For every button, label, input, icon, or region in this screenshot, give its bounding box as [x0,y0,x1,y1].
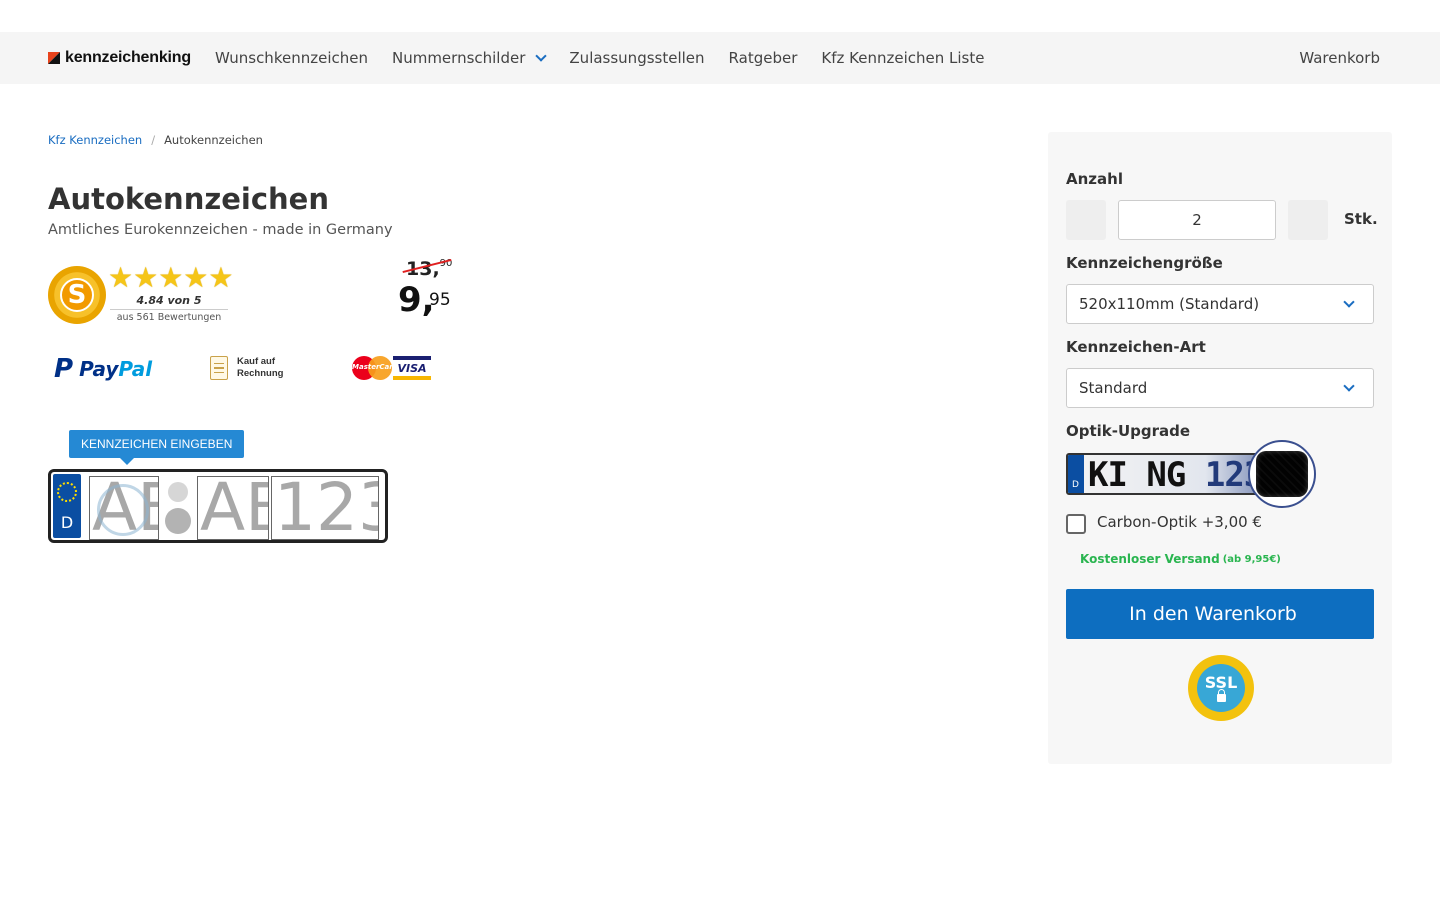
quantity-plus-button[interactable] [1288,200,1328,240]
paypal-icon: P [54,354,74,384]
carbon-pattern-icon [1256,451,1308,497]
nav-cart-link[interactable]: Warenkorb [1299,49,1380,67]
rating-count: aus 561 Bewertungen [116,312,222,323]
invoice-logo: Kauf auf Rechnung [210,356,283,380]
carbon-swatch [1248,440,1316,508]
license-plate-editor: D AB AB 123 [48,469,388,543]
inspection-sticker-icon [168,482,188,502]
size-select-value: 520x110mm (Standard) [1079,295,1260,313]
rating-stars-text: ★★★★★ [108,261,234,294]
plate-tooltip: KENNZEICHEN EINGEBEN [69,430,245,458]
chevron-down-icon [1343,380,1355,392]
upgrade-plate-text-a: KI NG [1088,455,1186,495]
mastercard-label: MasterCard [352,363,398,371]
shipping-threshold: (ab 9,95€) [1222,553,1281,565]
registration-seal-icon [165,508,191,534]
eu-band: D [53,474,81,538]
logo-icon [48,52,62,64]
page-subtitle: Amtliches Eurokennzeichen - made in Germ… [48,222,393,238]
paypal-text-b: Pal [118,357,153,381]
nav-item-kennzeichen-liste[interactable]: Kfz Kennzeichen Liste [821,49,984,67]
nav-item-zulassungsstellen[interactable]: Zulassungsstellen [569,49,704,67]
nav-item-label: Nummernschilder [391,49,526,67]
eu-band: D [1068,455,1084,493]
rating-score: 4.84 von 5 [136,294,202,307]
invoice-line2: Rechnung [237,368,284,379]
quantity-unit: Stk. [1344,210,1378,228]
quantity-input[interactable] [1118,200,1276,240]
shopvote-badge[interactable]: S [48,266,106,324]
invoice-line1: Kauf auf [237,356,275,367]
breadcrumb-current: Autokennzeichen [164,133,263,147]
free-shipping-note: Kostenloser Versand (ab 9,95€) [1072,552,1281,566]
nav-item-wunschkennzeichen[interactable]: Wunschkennzeichen [215,49,368,67]
plate-type-label: Kennzeichen-Art [1066,338,1206,356]
size-label: Kennzeichengröße [1066,254,1223,272]
ssl-badge: SSL [1188,655,1254,721]
logo-text: kennzeichenking [65,49,191,66]
tooltip-arrow [120,458,134,465]
add-to-cart-label: In den Warenkorb [1129,603,1297,625]
lock-icon [1216,688,1226,702]
top-navigation: kennzeichenking Wunschkennzeichen Nummer… [0,32,1440,84]
page-title: Autokennzeichen [48,182,329,216]
shipping-text: Kostenloser Versand [1080,552,1220,566]
breadcrumb-separator: / [151,133,156,147]
carbon-checkbox[interactable] [1066,514,1086,534]
quantity-minus-button[interactable] [1066,200,1106,240]
logo[interactable]: kennzeichenking [48,49,191,67]
paypal-logo: P Pay Pal [54,354,152,384]
carbon-checkbox-label[interactable]: Carbon-Optik +3,00 € [1097,513,1262,531]
size-select[interactable]: 520x110mm (Standard) [1066,284,1374,324]
plate-letters-input[interactable]: AB [197,476,269,540]
shopvote-letter: S [60,278,94,312]
upgrade-preview-image: D KI NG 123 [1066,453,1266,495]
country-code: D [1072,480,1079,490]
country-code: D [60,513,74,532]
plate-type-select[interactable]: Standard [1066,368,1374,408]
mastercard-icon: MasterCard [352,356,398,380]
add-to-cart-button[interactable]: In den Warenkorb [1066,589,1374,639]
visa-icon: VISA [393,356,431,380]
upgrade-label: Optik-Upgrade [1066,422,1191,440]
paypal-text-a: Pay [79,357,119,381]
nav-item-nummernschilder[interactable]: Nummernschilder [391,49,548,67]
plate-type-select-value: Standard [1079,379,1148,397]
quantity-label: Anzahl [1066,170,1123,188]
rating-stars: ★★★★★ [108,261,234,294]
plate-numbers-input[interactable]: 123 [271,476,379,540]
breadcrumb-link[interactable]: Kfz Kennzeichen [48,133,142,147]
breadcrumb: Kfz Kennzeichen / Autokennzeichen [48,133,263,147]
registration-stamp-icon [97,484,149,536]
eu-stars-icon [57,482,77,502]
document-icon [210,356,228,380]
chevron-down-icon [535,50,548,62]
chevron-down-icon [1343,296,1355,308]
rating-divider [110,309,228,310]
nav-item-ratgeber[interactable]: Ratgeber [729,49,798,67]
card-logos: MasterCard VISA [352,356,431,380]
price-cents: 95 [429,290,451,310]
